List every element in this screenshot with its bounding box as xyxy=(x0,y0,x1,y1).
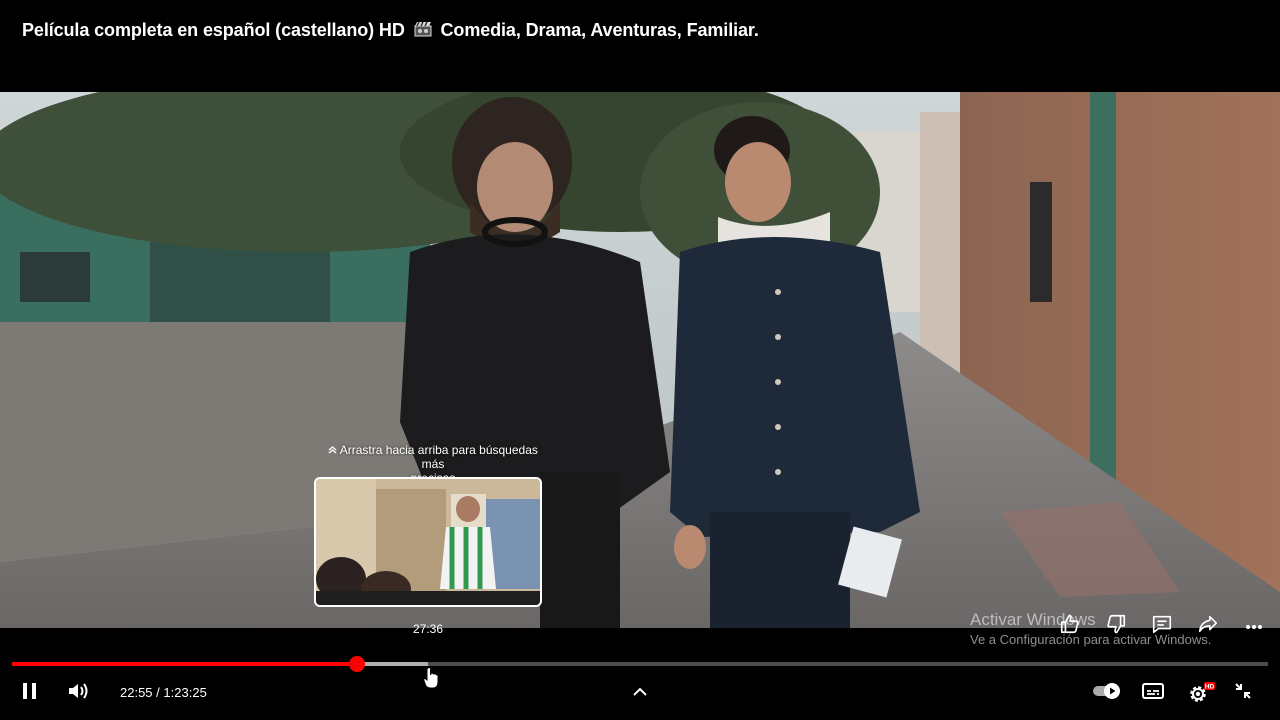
subtitles-button[interactable] xyxy=(1139,681,1167,705)
quality-badge: HD xyxy=(1205,684,1215,691)
exit-fullscreen-button[interactable] xyxy=(1230,681,1256,705)
time-separator: / xyxy=(156,685,160,700)
scrub-hint-line1: Arrastra hacia arriba para búsquedas más xyxy=(339,443,538,471)
duration: 1:23:25 xyxy=(163,685,207,700)
share-icon xyxy=(1197,613,1219,640)
played-progress xyxy=(12,662,358,666)
dislike-button[interactable] xyxy=(1098,614,1134,638)
subtitles-icon xyxy=(1142,682,1164,705)
volume-icon xyxy=(67,681,91,706)
chevron-up-icon xyxy=(632,684,648,702)
expand-chevron-button[interactable] xyxy=(628,683,652,703)
more-options-button[interactable] xyxy=(1236,614,1272,638)
preview-time: 27:36 xyxy=(412,622,444,636)
pause-icon xyxy=(22,682,38,705)
more-icon xyxy=(1245,617,1263,635)
volume-button[interactable] xyxy=(64,681,94,705)
autoplay-toggle[interactable] xyxy=(1090,681,1124,705)
settings-button[interactable]: HD xyxy=(1183,680,1217,706)
current-time: 22:55 xyxy=(120,685,153,700)
hand-pointer-icon xyxy=(423,667,439,694)
action-buttons xyxy=(1052,614,1272,638)
seek-preview-thumbnail xyxy=(314,477,542,607)
title-text-part2: Comedia, Drama, Aventuras, Familiar. xyxy=(440,20,759,40)
progress-bar[interactable] xyxy=(12,662,1268,666)
autoplay-toggle-icon xyxy=(1092,682,1122,705)
video-frame[interactable] xyxy=(0,92,1280,628)
like-button[interactable] xyxy=(1052,614,1088,638)
gear-icon: HD xyxy=(1185,681,1215,705)
clapperboard-icon xyxy=(414,21,432,42)
comment-icon xyxy=(1151,613,1173,640)
title-text-part1: Película completa en español (castellano… xyxy=(22,20,405,40)
exit-fullscreen-icon xyxy=(1233,681,1253,706)
share-button[interactable] xyxy=(1190,614,1226,638)
video-title[interactable]: Película completa en español (castellano… xyxy=(22,20,759,42)
pause-button[interactable] xyxy=(16,681,44,705)
video-scene xyxy=(0,92,1280,628)
scrubber-handle[interactable] xyxy=(349,656,366,672)
comments-button[interactable] xyxy=(1144,614,1180,638)
chevron-double-up-icon xyxy=(328,443,340,457)
time-display: 22:55 / 1:23:25 xyxy=(120,685,207,700)
thumbs-down-icon xyxy=(1105,613,1127,640)
preview-image xyxy=(316,479,540,605)
thumbs-up-icon xyxy=(1059,613,1081,640)
